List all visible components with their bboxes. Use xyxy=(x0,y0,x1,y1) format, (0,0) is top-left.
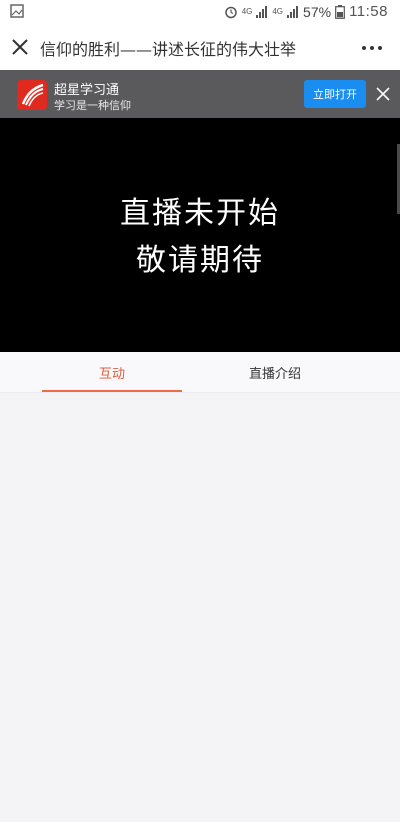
battery-icon xyxy=(335,4,345,19)
network-label-2: 4G xyxy=(272,6,284,16)
status-bar: 4G 4G 57% 11:58 xyxy=(0,0,400,24)
banner-close-icon[interactable] xyxy=(376,87,390,101)
signal-icon-2 xyxy=(287,5,299,18)
more-options-icon[interactable] xyxy=(362,46,382,50)
interaction-content-area xyxy=(0,393,400,822)
network-label-1: 4G xyxy=(241,6,253,16)
app-logo xyxy=(17,80,47,110)
alarm-icon xyxy=(224,6,237,18)
live-not-started-text: 直播未开始 xyxy=(120,196,280,231)
live-video-player[interactable]: 直播未开始 敬请期待 xyxy=(0,118,400,352)
tab-live-intro[interactable]: 直播介绍 xyxy=(205,352,345,392)
tab-bar: 互动 直播介绍 xyxy=(0,352,400,393)
title-bar: 信仰的胜利——讲述长征的伟大壮举 xyxy=(0,24,400,70)
app-banner: 超星学习通 学习是一种信仰 立即打开 xyxy=(0,70,400,118)
close-icon[interactable] xyxy=(11,38,29,56)
tab-interaction[interactable]: 互动 xyxy=(42,352,182,392)
clock: 11:58 xyxy=(349,3,388,20)
app-slogan: 学习是一种信仰 xyxy=(54,99,131,112)
page-title: 信仰的胜利——讲述长征的伟大壮举 xyxy=(40,40,297,59)
app-name: 超星学习通 xyxy=(54,83,120,98)
stay-tuned-text: 敬请期待 xyxy=(136,243,264,278)
image-notification-icon xyxy=(10,4,24,18)
open-app-button[interactable]: 立即打开 xyxy=(304,80,366,108)
signal-icon-1 xyxy=(256,5,268,18)
battery-percent: 57% xyxy=(303,3,332,20)
